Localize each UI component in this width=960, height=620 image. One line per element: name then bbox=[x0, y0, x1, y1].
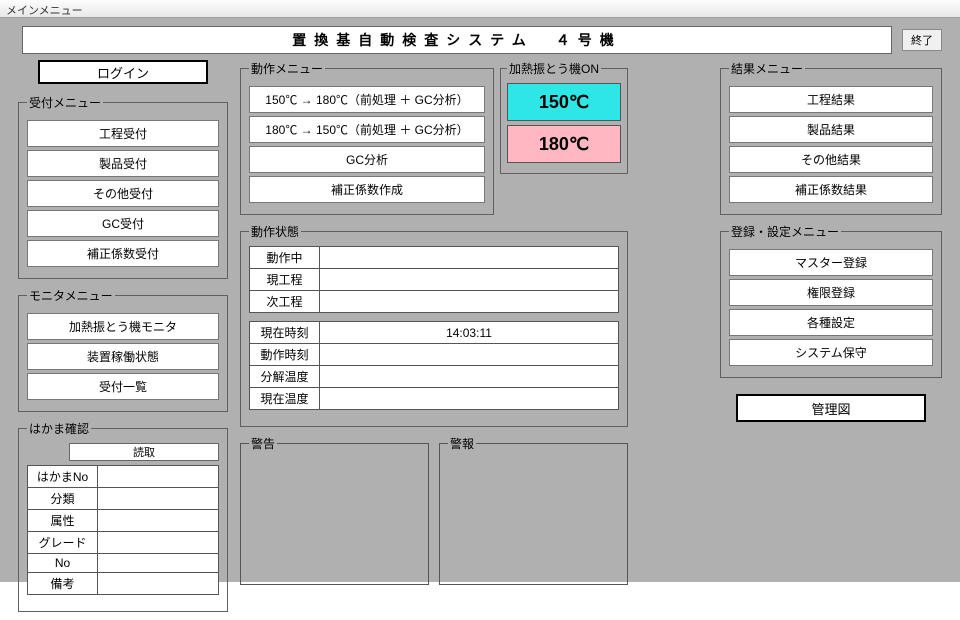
hakama-row-label: 備考 bbox=[28, 573, 98, 595]
monitor-item-0[interactable]: 加熱振とう機モニタ bbox=[27, 313, 219, 340]
status-panel: 動作状態 動作中 現工程 次工程 現在時刻14:03:11 動作時刻 分解温度 … bbox=[240, 223, 628, 427]
workspace: 置換基自動検査システム ４号機 終了 ログイン 受付メニュー 工程受付 製品受付… bbox=[0, 18, 960, 582]
operation-legend: 動作メニュー bbox=[249, 60, 325, 77]
heater-150-button[interactable]: 150℃ bbox=[507, 83, 621, 121]
hakama-row-val bbox=[98, 488, 219, 510]
status-row-label: 現在時刻 bbox=[250, 322, 320, 344]
results-item-1[interactable]: 製品結果 bbox=[729, 116, 933, 143]
current-time-value: 14:03:11 bbox=[320, 322, 619, 344]
hakama-row-val bbox=[98, 510, 219, 532]
operation-item-0[interactable]: 150℃ → 180℃（前処理 ＋ GC分析） bbox=[249, 86, 485, 113]
results-item-3[interactable]: 補正係数結果 bbox=[729, 176, 933, 203]
reception-legend: 受付メニュー bbox=[27, 94, 103, 111]
hakama-row-val bbox=[98, 554, 219, 573]
heater-panel: 加熱振とう機ON 150℃ 180℃ bbox=[500, 60, 628, 174]
status-row-label: 次工程 bbox=[250, 291, 320, 313]
reception-item-1[interactable]: 製品受付 bbox=[27, 150, 219, 177]
status-row-label: 動作時刻 bbox=[250, 344, 320, 366]
hakama-row-label: 分類 bbox=[28, 488, 98, 510]
hakama-row-val bbox=[98, 466, 219, 488]
results-item-2[interactable]: その他結果 bbox=[729, 146, 933, 173]
register-menu: 登録・設定メニュー マスター登録 権限登録 各種設定 システム保守 bbox=[720, 223, 942, 378]
reception-item-0[interactable]: 工程受付 bbox=[27, 120, 219, 147]
hakama-row-label: 属性 bbox=[28, 510, 98, 532]
hakama-row-label: グレード bbox=[28, 532, 98, 554]
register-item-3[interactable]: システム保守 bbox=[729, 339, 933, 366]
status-row-label: 現工程 bbox=[250, 269, 320, 291]
status-table-1: 動作中 現工程 次工程 bbox=[249, 246, 619, 313]
reception-menu: 受付メニュー 工程受付 製品受付 その他受付 GC受付 補正係数受付 bbox=[18, 94, 228, 279]
hakama-read-button[interactable]: 読取 bbox=[69, 443, 219, 461]
status-row-val bbox=[320, 247, 619, 269]
results-item-0[interactable]: 工程結果 bbox=[729, 86, 933, 113]
operation-item-3[interactable]: 補正係数作成 bbox=[249, 176, 485, 203]
hakama-row-val bbox=[98, 573, 219, 595]
status-row-val bbox=[320, 344, 619, 366]
hakama-panel: はかま確認 読取 はかまNo 分類 属性 グレード No 備考 bbox=[18, 420, 228, 612]
warning-legend: 警告 bbox=[249, 435, 277, 452]
hakama-row-val bbox=[98, 532, 219, 554]
control-chart-button[interactable]: 管理図 bbox=[736, 394, 926, 422]
exit-button[interactable]: 終了 bbox=[902, 29, 942, 51]
register-item-1[interactable]: 権限登録 bbox=[729, 279, 933, 306]
hakama-table: はかまNo 分類 属性 グレード No 備考 bbox=[27, 465, 219, 595]
monitor-menu: モニタメニュー 加熱振とう機モニタ 装置稼働状態 受付一覧 bbox=[18, 287, 228, 412]
reception-item-3[interactable]: GC受付 bbox=[27, 210, 219, 237]
status-row-label: 分解温度 bbox=[250, 366, 320, 388]
hakama-legend: はかま確認 bbox=[27, 420, 91, 437]
monitor-item-2[interactable]: 受付一覧 bbox=[27, 373, 219, 400]
hakama-row-label: はかまNo bbox=[28, 466, 98, 488]
reception-item-4[interactable]: 補正係数受付 bbox=[27, 240, 219, 267]
results-legend: 結果メニュー bbox=[729, 60, 805, 77]
login-button[interactable]: ログイン bbox=[38, 60, 208, 84]
monitor-item-1[interactable]: 装置稼働状態 bbox=[27, 343, 219, 370]
window-title: メインメニュー bbox=[6, 5, 83, 17]
results-menu: 結果メニュー 工程結果 製品結果 その他結果 補正係数結果 bbox=[720, 60, 942, 215]
status-legend: 動作状態 bbox=[249, 223, 301, 240]
hakama-row-label: No bbox=[28, 554, 98, 573]
status-row-val bbox=[320, 291, 619, 313]
heater-legend: 加熱振とう機ON bbox=[507, 60, 601, 77]
operation-menu: 動作メニュー 150℃ → 180℃（前処理 ＋ GC分析） 180℃ → 15… bbox=[240, 60, 494, 215]
register-item-2[interactable]: 各種設定 bbox=[729, 309, 933, 336]
monitor-legend: モニタメニュー bbox=[27, 287, 115, 304]
heater-180-button[interactable]: 180℃ bbox=[507, 125, 621, 163]
reception-item-2[interactable]: その他受付 bbox=[27, 180, 219, 207]
warning-panel: 警告 bbox=[240, 435, 429, 585]
status-row-val bbox=[320, 366, 619, 388]
alarm-panel: 警報 bbox=[439, 435, 628, 585]
operation-item-2[interactable]: GC分析 bbox=[249, 146, 485, 173]
register-item-0[interactable]: マスター登録 bbox=[729, 249, 933, 276]
window-titlebar: メインメニュー bbox=[0, 0, 960, 18]
register-legend: 登録・設定メニュー bbox=[729, 223, 841, 240]
status-row-val bbox=[320, 388, 619, 410]
status-table-2: 現在時刻14:03:11 動作時刻 分解温度 現在温度 bbox=[249, 321, 619, 410]
status-row-label: 動作中 bbox=[250, 247, 320, 269]
status-row-label: 現在温度 bbox=[250, 388, 320, 410]
operation-item-1[interactable]: 180℃ → 150℃（前処理 ＋ GC分析） bbox=[249, 116, 485, 143]
status-row-val bbox=[320, 269, 619, 291]
alarm-legend: 警報 bbox=[448, 435, 476, 452]
system-title: 置換基自動検査システム ４号機 bbox=[22, 26, 892, 54]
